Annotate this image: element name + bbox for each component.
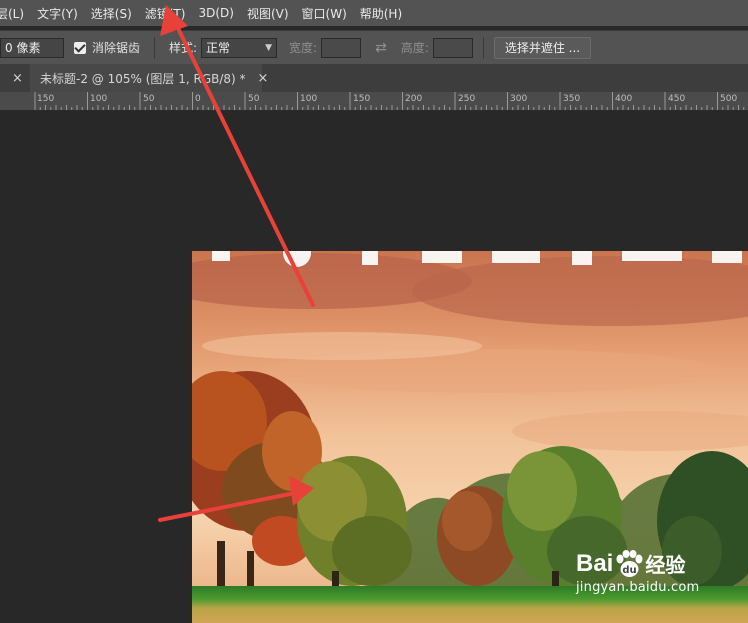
- ruler-label: 150: [37, 94, 55, 104]
- width-label: 宽度:: [289, 41, 318, 55]
- style-select-value: 正常: [206, 41, 231, 55]
- ruler-ticks: [34, 92, 745, 110]
- tab-previous-close-icon[interactable]: ×: [12, 71, 23, 86]
- options-bar: 0 像素 消除锯齿 样式: 正常 ▼ 宽度: ⇄ 高度: 选择并遮住 ...: [0, 30, 748, 65]
- ruler-label: 100: [90, 94, 108, 104]
- menu-type[interactable]: 文字(Y): [37, 5, 78, 22]
- height-label: 高度:: [400, 41, 429, 55]
- menu-window[interactable]: 窗口(W): [302, 5, 347, 22]
- style-label: 样式:: [169, 41, 198, 55]
- chevron-down-icon: ▼: [265, 42, 273, 53]
- separator: [154, 36, 156, 59]
- tab-previous-document[interactable]: ×: [0, 64, 30, 92]
- ruler-label: 350: [563, 94, 581, 104]
- ruler-label: 300: [510, 94, 528, 104]
- ruler-label: 100: [300, 94, 318, 104]
- watermark-suffix: 经验: [645, 553, 686, 577]
- menu-filter[interactable]: 滤镜(T): [145, 5, 186, 22]
- tab-title: 未标题-2 @ 105% (图层 1, RGB/8) *: [40, 71, 246, 86]
- width-input[interactable]: [321, 37, 362, 58]
- ruler-label: 250: [458, 94, 476, 104]
- menu-layer[interactable]: 层(L): [0, 5, 24, 22]
- antialias-checkbox[interactable]: [74, 41, 86, 54]
- menu-help[interactable]: 帮助(H): [360, 5, 402, 22]
- svg-text:du: du: [623, 565, 637, 576]
- paw-icon: du: [616, 549, 643, 577]
- document-tab-bar: × 未标题-2 @ 105% (图层 1, RGB/8) * ×: [0, 64, 748, 92]
- height-input[interactable]: [432, 37, 473, 58]
- watermark-brand: Bai: [576, 549, 614, 577]
- menu-select[interactable]: 选择(S): [91, 5, 132, 22]
- ruler-label: 200: [405, 94, 423, 104]
- ruler-label: 450: [668, 94, 686, 104]
- separator: [482, 36, 484, 59]
- ruler-label: 500: [720, 94, 738, 104]
- menu-bar: 层(L) 文字(Y) 选择(S) 滤镜(T) 3D(D) 视图(V) 窗口(W)…: [0, 0, 748, 26]
- ruler-label: 400: [615, 94, 633, 104]
- horizontal-ruler: 150 100 50 0 50 100 150 200 250 300 350 …: [0, 92, 748, 111]
- menu-3d[interactable]: 3D(D): [198, 6, 233, 20]
- tab-active-document[interactable]: 未标题-2 @ 105% (图层 1, RGB/8) * ×: [30, 64, 268, 92]
- canvas-area[interactable]: Bai du 经验 jingyan.baidu.com: [0, 111, 748, 623]
- antialias-label: 消除锯齿: [92, 41, 141, 55]
- feather-input[interactable]: 0 像素: [0, 37, 64, 58]
- ruler-label: 50: [143, 94, 155, 104]
- style-select[interactable]: 正常 ▼: [201, 37, 278, 58]
- select-and-mask-button[interactable]: 选择并遮住 ...: [493, 36, 592, 59]
- swap-icon[interactable]: ⇄: [375, 40, 387, 56]
- ruler-label: 0: [195, 94, 201, 104]
- ruler-label: 150: [353, 94, 371, 104]
- baidu-watermark: Bai du 经验 jingyan.baidu.com: [576, 549, 748, 609]
- tab-close-icon[interactable]: ×: [258, 71, 269, 86]
- menu-view[interactable]: 视图(V): [247, 5, 289, 22]
- watermark-url: jingyan.baidu.com: [576, 580, 700, 595]
- ruler-label: 50: [248, 94, 260, 104]
